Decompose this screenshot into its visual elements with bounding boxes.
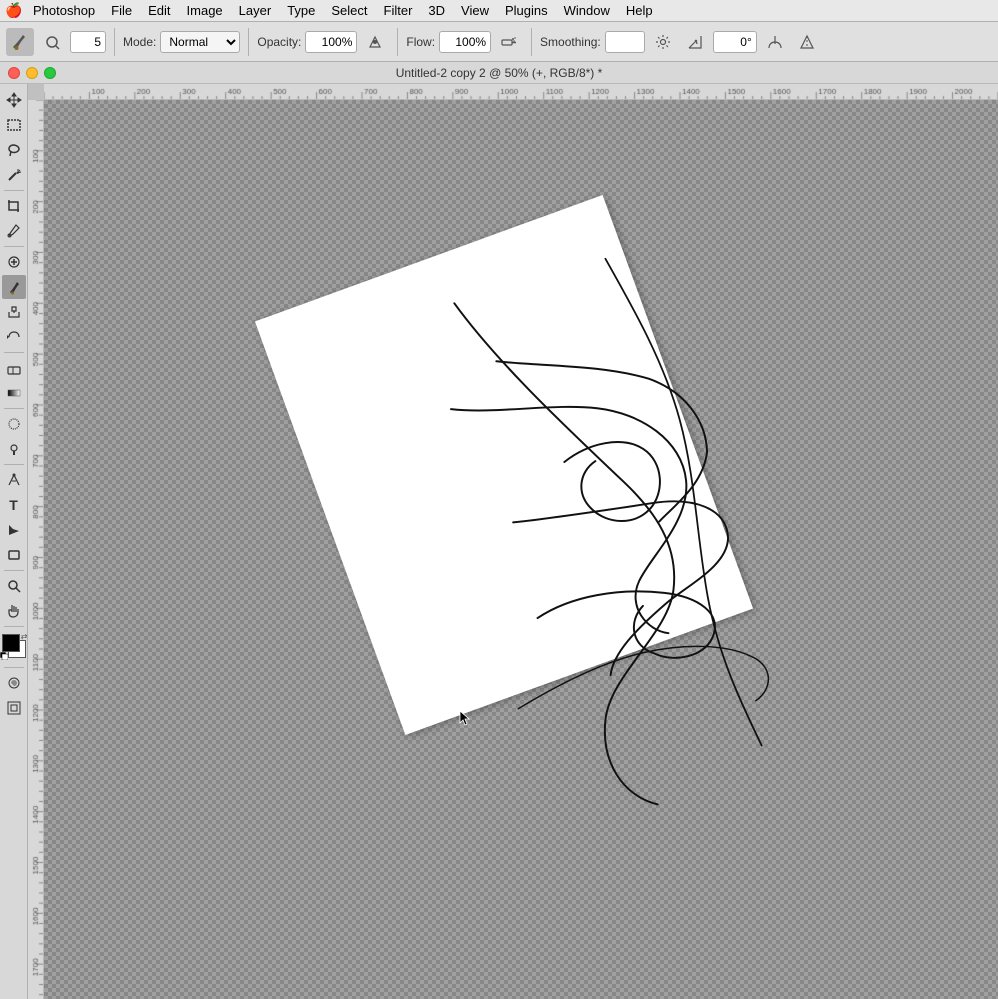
tool-quick-mask[interactable] bbox=[2, 671, 26, 695]
menu-layer[interactable]: Layer bbox=[232, 0, 279, 22]
tool-clone[interactable] bbox=[2, 300, 26, 324]
lt-separator-2 bbox=[4, 246, 24, 247]
left-toolbar: T ⇄ bbox=[0, 84, 28, 999]
minimize-button[interactable] bbox=[26, 67, 38, 79]
tool-blur[interactable] bbox=[2, 412, 26, 436]
mode-label: Mode: bbox=[123, 35, 156, 49]
tool-shape[interactable] bbox=[2, 543, 26, 567]
opacity-input[interactable] bbox=[305, 31, 357, 53]
options-toolbar: Mode: Normal Multiply Screen Overlay Opa… bbox=[0, 22, 998, 62]
opacity-pressure[interactable] bbox=[361, 28, 389, 56]
tool-magic-wand[interactable] bbox=[2, 163, 26, 187]
pressure-icon[interactable] bbox=[761, 28, 789, 56]
canvas-scroll-area[interactable] bbox=[44, 100, 998, 999]
tool-pen[interactable] bbox=[2, 468, 26, 492]
swap-colors-icon[interactable]: ⇄ bbox=[21, 632, 28, 641]
lt-separator-8 bbox=[4, 667, 24, 668]
apple-menu[interactable]: 🍎 bbox=[4, 0, 24, 22]
toolbar-separator-3 bbox=[397, 28, 398, 56]
menu-select[interactable]: Select bbox=[324, 0, 374, 22]
lt-separator-6 bbox=[4, 570, 24, 571]
angle-icon[interactable] bbox=[681, 28, 709, 56]
color-swatches[interactable]: ⇄ bbox=[0, 632, 28, 662]
tool-zoom[interactable] bbox=[2, 574, 26, 598]
menu-photoshop[interactable]: Photoshop bbox=[26, 0, 102, 22]
lt-separator-5 bbox=[4, 464, 24, 465]
toolbar-separator-4 bbox=[531, 28, 532, 56]
main-area: Untitled-2 copy 2 @ 50% (+, RGB/8*) * bbox=[0, 62, 998, 999]
tool-marquee-rect[interactable] bbox=[2, 113, 26, 137]
window-controls bbox=[8, 67, 56, 79]
menu-type[interactable]: Type bbox=[280, 0, 322, 22]
toolbar-separator-2 bbox=[248, 28, 249, 56]
flow-label: Flow: bbox=[406, 35, 435, 49]
canvas-background bbox=[44, 100, 998, 999]
flow-input[interactable] bbox=[439, 31, 491, 53]
document-titlebar: Untitled-2 copy 2 @ 50% (+, RGB/8*) * bbox=[0, 62, 998, 84]
brush-size-presets[interactable] bbox=[38, 28, 66, 56]
tool-type[interactable]: T bbox=[2, 493, 26, 517]
toolbar-separator-1 bbox=[114, 28, 115, 56]
opacity-label: Opacity: bbox=[257, 35, 301, 49]
canvas-with-rulers bbox=[28, 100, 998, 999]
tool-path-select[interactable] bbox=[2, 518, 26, 542]
tool-lasso[interactable] bbox=[2, 138, 26, 162]
maximize-button[interactable] bbox=[44, 67, 56, 79]
tool-healing[interactable] bbox=[2, 250, 26, 274]
menu-filter[interactable]: Filter bbox=[377, 0, 420, 22]
lt-separator-1 bbox=[4, 190, 24, 191]
document-canvas bbox=[255, 195, 753, 735]
menu-image[interactable]: Image bbox=[180, 0, 230, 22]
ruler-vertical bbox=[28, 100, 44, 999]
canvas-area-wrapper bbox=[28, 84, 998, 999]
tool-dodge[interactable] bbox=[2, 437, 26, 461]
menu-3d[interactable]: 3D bbox=[421, 0, 452, 22]
workspace-layout: T ⇄ bbox=[0, 84, 998, 999]
mode-select[interactable]: Normal Multiply Screen Overlay bbox=[160, 31, 240, 53]
smoothing-settings-icon[interactable] bbox=[649, 28, 677, 56]
foreground-color-swatch[interactable] bbox=[2, 634, 20, 652]
tool-eraser[interactable] bbox=[2, 356, 26, 380]
smoothing-input[interactable] bbox=[605, 31, 645, 53]
ruler-v-canvas bbox=[28, 100, 44, 999]
menu-file[interactable]: File bbox=[104, 0, 139, 22]
reset-colors-icon[interactable] bbox=[0, 652, 8, 662]
ruler-h-canvas bbox=[44, 84, 998, 100]
menu-plugins[interactable]: Plugins bbox=[498, 0, 555, 22]
tool-history-brush[interactable] bbox=[2, 325, 26, 349]
menu-window[interactable]: Window bbox=[557, 0, 617, 22]
type-icon-label: T bbox=[9, 497, 18, 513]
close-button[interactable] bbox=[8, 67, 20, 79]
menu-edit[interactable]: Edit bbox=[141, 0, 177, 22]
symmetry-icon[interactable] bbox=[793, 28, 821, 56]
menu-bar: 🍎 Photoshop File Edit Image Layer Type S… bbox=[0, 0, 998, 22]
smoothing-label: Smoothing: bbox=[540, 35, 601, 49]
tool-crop[interactable] bbox=[2, 194, 26, 218]
brush-size-input[interactable] bbox=[70, 31, 106, 53]
tool-hand[interactable] bbox=[2, 599, 26, 623]
tool-gradient[interactable] bbox=[2, 381, 26, 405]
menu-view[interactable]: View bbox=[454, 0, 496, 22]
ruler-horizontal bbox=[44, 84, 998, 100]
lt-separator-4 bbox=[4, 408, 24, 409]
menu-help[interactable]: Help bbox=[619, 0, 660, 22]
lt-separator-3 bbox=[4, 352, 24, 353]
lt-separator-7 bbox=[4, 626, 24, 627]
airbrush-toggle[interactable] bbox=[495, 28, 523, 56]
brush-tool-icon[interactable] bbox=[6, 28, 34, 56]
document-title: Untitled-2 copy 2 @ 50% (+, RGB/8*) * bbox=[396, 66, 603, 80]
tool-move[interactable] bbox=[2, 88, 26, 112]
tool-brush[interactable] bbox=[2, 275, 26, 299]
angle-input[interactable] bbox=[713, 31, 757, 53]
tool-eyedropper[interactable] bbox=[2, 219, 26, 243]
tool-artboard[interactable] bbox=[2, 696, 26, 720]
